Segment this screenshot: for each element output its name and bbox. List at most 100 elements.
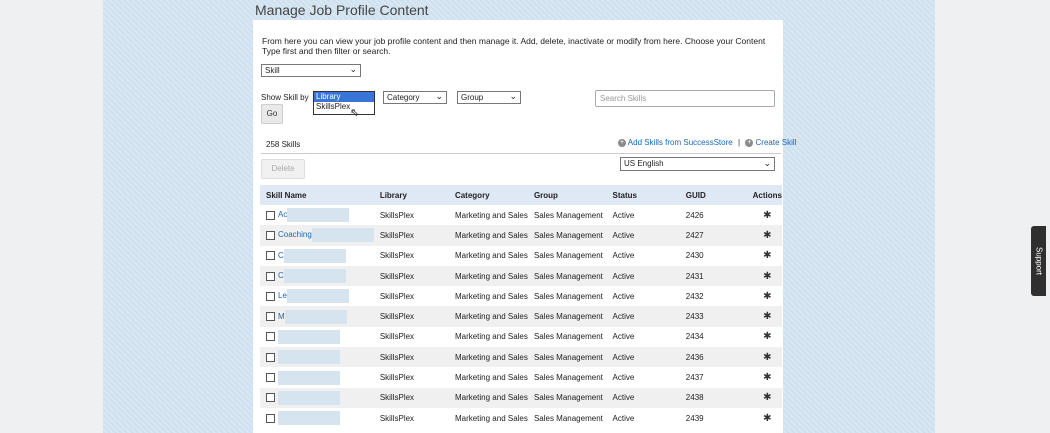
skill-name-cell (260, 408, 374, 428)
category-cell: Marketing and Sales (454, 251, 528, 261)
create-skill-link[interactable]: Create Skill (756, 138, 797, 147)
chevron-down-icon: ⌄ (763, 158, 771, 168)
support-label: Support (1034, 246, 1043, 276)
row-checkbox[interactable] (266, 373, 275, 383)
content-type-select[interactable]: Skill ⌄ (261, 64, 361, 77)
table-row[interactable]: Ac SkillsPlex Marketing and Sales Sales Man… (260, 205, 782, 225)
delete-button[interactable]: Delete (261, 159, 305, 179)
row-checkbox[interactable] (266, 230, 275, 240)
table-row[interactable]: Coaching SkillsPlex Marketing and Sales Sal… (260, 225, 782, 246)
chevron-down-icon: ⌄ (349, 64, 357, 74)
library-cell: SkillsPlex (373, 265, 449, 287)
group-cell: Sales Management (527, 347, 607, 368)
gear-icon[interactable]: ✱ (763, 311, 771, 322)
table-row[interactable]: SkillsPlex Marketing and Sales Sales Manag… (260, 367, 782, 387)
gear-icon[interactable]: ✱ (763, 271, 771, 282)
skill-name-link[interactable]: Ac (278, 210, 287, 219)
redacted-block (278, 329, 340, 344)
row-checkbox[interactable] (266, 312, 275, 322)
row-checkbox[interactable] (266, 251, 275, 261)
gear-icon[interactable]: ✱ (763, 250, 771, 261)
gear-icon[interactable]: ✱ (763, 331, 771, 342)
library-option[interactable]: Library (314, 92, 374, 102)
gear-icon[interactable]: ✱ (763, 413, 771, 424)
table-row[interactable]: C SkillsPlex Marketing and Sales Sales Mana… (260, 265, 782, 287)
skills-table: Skill Name Library Category Group Status… (260, 185, 782, 428)
gear-icon[interactable]: ✱ (763, 392, 771, 403)
status-cell: Active (612, 251, 635, 261)
category-cell: Marketing and Sales (448, 347, 528, 368)
row-checkbox[interactable] (266, 291, 275, 301)
gear-icon[interactable]: ✱ (763, 291, 771, 302)
row-checkbox[interactable] (266, 393, 275, 403)
skill-name-link[interactable]: Le (278, 291, 287, 300)
row-checkbox[interactable] (266, 352, 275, 362)
category-cell: Marketing and Sales (454, 413, 528, 423)
skill-name-cell: Le (260, 286, 374, 306)
category-cell: Marketing and Sales (454, 373, 528, 383)
table-row[interactable]: SkillsPlex Marketing and Sales Sales Manag… (260, 408, 782, 428)
chevron-down-icon: ⌄ (435, 91, 443, 101)
redacted-block (283, 248, 346, 263)
support-tab[interactable]: Support (1031, 226, 1046, 296)
redacted-block (278, 350, 340, 365)
library-cell: SkillsPlex (379, 210, 415, 220)
group-cell: Sales Management (527, 225, 607, 246)
guid-cell: 2433 (679, 306, 753, 327)
row-checkbox[interactable] (266, 332, 275, 342)
column-header[interactable]: Status (606, 185, 680, 205)
show-by-label: Show Skill by (261, 93, 309, 102)
status-cell: Active (606, 347, 680, 368)
actions-cell: ✱ (753, 286, 782, 306)
column-header[interactable]: Library (373, 185, 449, 205)
category-cell: Marketing and Sales (454, 210, 528, 220)
add-skills-link[interactable]: Add Skills from SuccessStore (628, 138, 733, 147)
guid-cell: 2437 (685, 373, 704, 383)
skill-name-cell (260, 387, 374, 408)
column-header[interactable]: Skill Name (260, 185, 374, 205)
status-cell: Active (612, 413, 635, 423)
category-cell: Marketing and Sales (448, 265, 528, 287)
go-button[interactable]: Go (261, 104, 283, 124)
redacted-block (278, 411, 340, 426)
library-option[interactable]: SkillsPlex (314, 102, 374, 112)
gear-icon[interactable]: ✱ (763, 372, 771, 383)
category-select[interactable]: Category ⌄ (383, 91, 447, 104)
skill-name-link[interactable]: M (278, 312, 285, 321)
row-checkbox[interactable] (266, 413, 275, 423)
table-row[interactable]: Le SkillsPlex Marketing and Sales Sales Man… (260, 286, 782, 306)
group-value: Group (461, 93, 484, 102)
language-select[interactable]: US English ⌄ (620, 157, 775, 171)
gear-icon[interactable]: ✱ (763, 210, 771, 221)
gear-icon[interactable]: ✱ (763, 230, 771, 241)
column-header[interactable]: GUID (679, 185, 753, 205)
search-input[interactable]: Search Skills (595, 90, 775, 107)
skill-name-cell (260, 347, 374, 368)
redacted-block (278, 390, 340, 405)
table-row[interactable]: SkillsPlex Marketing and Sales Sales Manag… (260, 327, 782, 347)
actions-cell: ✱ (752, 347, 782, 368)
column-header[interactable]: Category (448, 185, 528, 205)
group-select[interactable]: Group ⌄ (457, 91, 521, 104)
row-checkbox[interactable] (266, 210, 275, 220)
row-checkbox[interactable] (266, 271, 275, 281)
group-cell: Sales Management (533, 251, 603, 261)
actions-cell: ✱ (752, 387, 782, 408)
table-row[interactable]: SkillsPlex Marketing and Sales Sales Manag… (260, 347, 782, 368)
actions-cell: ✱ (752, 265, 782, 287)
column-header[interactable]: Group (527, 185, 607, 205)
table-row[interactable]: M SkillsPlex Marketing and Sales Sales Mana… (260, 306, 782, 327)
group-cell: Sales Management (527, 387, 607, 408)
actions-cell: ✱ (753, 408, 782, 428)
library-select[interactable]: Library SkillsPlex (313, 91, 375, 115)
category-cell: Marketing and Sales (448, 306, 528, 327)
library-cell: SkillsPlex (373, 347, 449, 368)
skill-name-link[interactable]: Coaching (278, 231, 312, 240)
table-row[interactable]: SkillsPlex Marketing and Sales Sales Manag… (260, 387, 782, 408)
page-title: Manage Job Profile Content (255, 2, 429, 18)
guid-cell: 2431 (679, 265, 753, 287)
gear-icon[interactable]: ✱ (763, 352, 771, 363)
table-row[interactable]: C SkillsPlex Marketing and Sales Sales Mana… (260, 246, 782, 266)
guid-cell: 2426 (685, 210, 704, 220)
redacted-block (286, 289, 349, 304)
